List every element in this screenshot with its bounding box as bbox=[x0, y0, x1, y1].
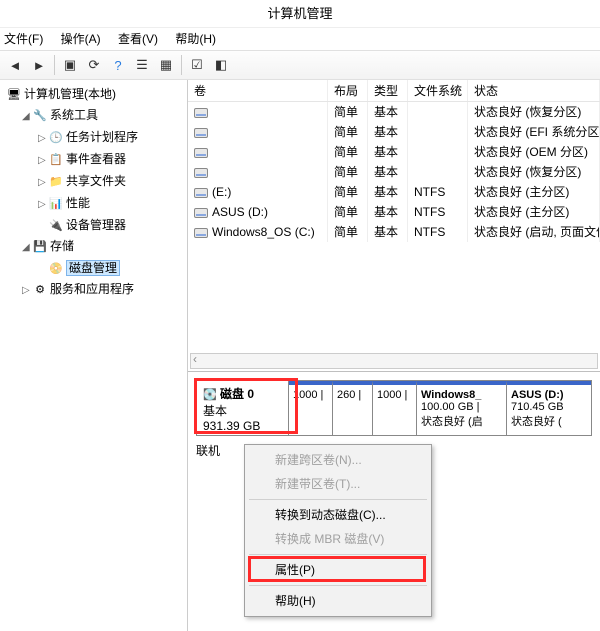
disk-type: 基本 bbox=[203, 404, 227, 418]
refresh-button[interactable]: ⟳ bbox=[83, 54, 105, 76]
ctx-separator bbox=[249, 554, 427, 555]
column-filesystem[interactable]: 文件系统 bbox=[408, 80, 468, 101]
menubar: 文件(F) 操作(A) 查看(V) 帮助(H) bbox=[0, 28, 600, 50]
tree-task-scheduler[interactable]: ▷🕒任务计划程序 bbox=[38, 127, 185, 149]
tree-pane: 🖥计算机管理(本地) ◢🔧系统工具 ▷🕒任务计划程序 ▷📋事件查看器 ▷📁共享文… bbox=[0, 80, 188, 631]
ctx-new-spanned[interactable]: 新建跨区卷(N)... bbox=[247, 448, 429, 472]
ctx-help[interactable]: 帮助(H) bbox=[247, 589, 429, 613]
column-status[interactable]: 状态 bbox=[468, 80, 600, 101]
volume-icon bbox=[194, 208, 208, 218]
menu-help[interactable]: 帮助(H) bbox=[175, 32, 216, 46]
menu-file[interactable]: 文件(F) bbox=[4, 32, 43, 46]
context-menu: 新建跨区卷(N)... 新建带区卷(T)... 转换到动态磁盘(C)... 转换… bbox=[244, 444, 432, 617]
ctx-separator bbox=[249, 499, 427, 500]
back-button[interactable]: ◄ bbox=[4, 54, 26, 76]
ctx-separator bbox=[249, 585, 427, 586]
toolbar-separator bbox=[181, 55, 182, 75]
volume-row[interactable]: 简单基本状态良好 (OEM 分区) bbox=[188, 142, 600, 162]
volume-icon bbox=[194, 108, 208, 118]
volume-row[interactable]: ASUS (D:)简单基本NTFS状态良好 (主分区) bbox=[188, 202, 600, 222]
volume-rows: 简单基本状态良好 (恢复分区)简单基本状态良好 (EFI 系统分区)简单基本状态… bbox=[188, 102, 600, 242]
volume-icon bbox=[194, 228, 208, 238]
volume-icon bbox=[194, 128, 208, 138]
tree-performance[interactable]: ▷📊性能 bbox=[38, 193, 185, 215]
tree-root[interactable]: 🖥计算机管理(本地) ◢🔧系统工具 ▷🕒任务计划程序 ▷📋事件查看器 ▷📁共享文… bbox=[6, 84, 185, 301]
disk-icon: 💽 bbox=[203, 389, 217, 401]
tree-storage[interactable]: ◢💾存储 📀磁盘管理 bbox=[22, 236, 185, 279]
tree-system-tools[interactable]: ◢🔧系统工具 ▷🕒任务计划程序 ▷📋事件查看器 ▷📁共享文件夹 ▷📊性能 🔌设备… bbox=[22, 105, 185, 236]
tree-services-apps[interactable]: ▷⚙服务和应用程序 bbox=[22, 279, 185, 301]
window-titlebar: 计算机管理 bbox=[0, 0, 600, 28]
volume-row[interactable]: (E:)简单基本NTFS状态良好 (主分区) bbox=[188, 182, 600, 202]
menu-view[interactable]: 查看(V) bbox=[118, 32, 158, 46]
column-type[interactable]: 类型 bbox=[368, 80, 408, 101]
volume-row[interactable]: 简单基本状态良好 (恢复分区) bbox=[188, 162, 600, 182]
window-title: 计算机管理 bbox=[267, 6, 332, 21]
disk-header[interactable]: 💽 磁盘 0 基本 931.39 GB bbox=[197, 381, 289, 435]
volume-icon bbox=[194, 148, 208, 158]
horizontal-scrollbar[interactable] bbox=[190, 353, 598, 369]
toolbar: ◄ ► ▣ ⟳ ? ☰ ▦ ☑ ◧ bbox=[0, 50, 600, 80]
ctx-convert-dynamic[interactable]: 转换到动态磁盘(C)... bbox=[247, 503, 429, 527]
partition[interactable]: 1000 | bbox=[289, 381, 333, 435]
help-button[interactable]: ? bbox=[107, 54, 129, 76]
toolbar-separator bbox=[54, 55, 55, 75]
volume-row[interactable]: 简单基本状态良好 (EFI 系统分区) bbox=[188, 122, 600, 142]
ctx-convert-mbr[interactable]: 转换成 MBR 磁盘(V) bbox=[247, 527, 429, 551]
disk-0-block[interactable]: 💽 磁盘 0 基本 931.39 GB 1000 |260 |1000 |Win… bbox=[196, 380, 592, 436]
volume-row[interactable]: 简单基本状态良好 (恢复分区) bbox=[188, 102, 600, 122]
menu-action[interactable]: 操作(A) bbox=[61, 32, 101, 46]
column-layout[interactable]: 布局 bbox=[328, 80, 368, 101]
partition[interactable]: ASUS (D:)710.45 GB状态良好 ( bbox=[507, 381, 591, 435]
ctx-properties[interactable]: 属性(P) bbox=[247, 558, 429, 582]
partition[interactable]: 1000 | bbox=[373, 381, 417, 435]
disk-label: 磁盘 0 bbox=[220, 387, 254, 401]
view-details-button[interactable]: ▦ bbox=[155, 54, 177, 76]
extra-button-1[interactable]: ☑ bbox=[186, 54, 208, 76]
partitions-container: 1000 |260 |1000 |Windows8_100.00 GB |状态良… bbox=[289, 381, 591, 435]
tree-device-manager[interactable]: 🔌设备管理器 bbox=[38, 215, 185, 236]
tree-disk-management[interactable]: 📀磁盘管理 bbox=[38, 258, 185, 279]
tree-event-viewer[interactable]: ▷📋事件查看器 bbox=[38, 149, 185, 171]
ctx-new-striped[interactable]: 新建带区卷(T)... bbox=[247, 472, 429, 496]
tree-shared-folders[interactable]: ▷📁共享文件夹 bbox=[38, 171, 185, 193]
column-volume[interactable]: 卷 bbox=[188, 80, 328, 101]
volume-list: 卷 布局 类型 文件系统 状态 简单基本状态良好 (恢复分区)简单基本状态良好 … bbox=[188, 80, 600, 371]
extra-button-2[interactable]: ◧ bbox=[210, 54, 232, 76]
volume-icon bbox=[194, 188, 208, 198]
partition[interactable]: Windows8_100.00 GB |状态良好 (启 bbox=[417, 381, 507, 435]
up-button[interactable]: ▣ bbox=[59, 54, 81, 76]
volume-list-header: 卷 布局 类型 文件系统 状态 bbox=[188, 80, 600, 102]
volume-row[interactable]: Windows8_OS (C:)简单基本NTFS状态良好 (启动, 页面文件, bbox=[188, 222, 600, 242]
volume-icon bbox=[194, 168, 208, 178]
forward-button[interactable]: ► bbox=[28, 54, 50, 76]
partition[interactable]: 260 | bbox=[333, 381, 373, 435]
view-list-button[interactable]: ☰ bbox=[131, 54, 153, 76]
disk-size: 931.39 GB bbox=[203, 419, 260, 433]
